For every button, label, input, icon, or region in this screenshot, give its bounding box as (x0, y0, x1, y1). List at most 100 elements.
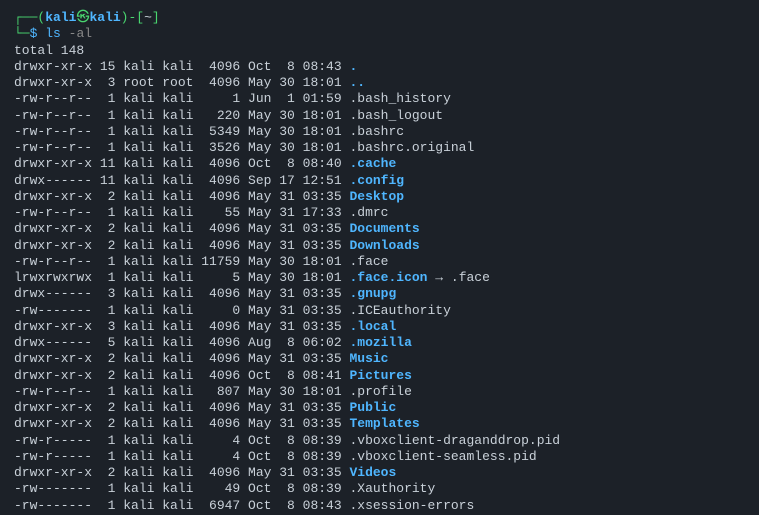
ls-row-name: Videos (349, 465, 396, 480)
ls-row-name: Pictures (349, 368, 411, 383)
prompt-dollar: $ (30, 26, 38, 41)
ls-row-name: .mozilla (349, 335, 411, 350)
ls-row: drwxr-xr-x 2 kali kali 4096 May 31 03:35… (14, 189, 745, 205)
prompt-line2-prefix: └─ (14, 26, 30, 41)
ls-row-meta: drwxr-xr-x 3 root root 4096 May 30 18:01 (14, 75, 349, 90)
ls-row-meta: lrwxrwxrwx 1 kali kali 5 May 30 18:01 (14, 270, 349, 285)
ls-row: -rw-r--r-- 1 kali kali 220 May 30 18:01 … (14, 108, 745, 124)
ls-row-name: Downloads (349, 238, 419, 253)
ls-row-name: .cache (349, 156, 396, 171)
ls-row-name: .bashrc.original (349, 140, 474, 155)
ls-row: -rw-r--r-- 1 kali kali 1 Jun 1 01:59 .ba… (14, 91, 745, 107)
ls-row: -rw-r--r-- 1 kali kali 55 May 31 17:33 .… (14, 205, 745, 221)
ls-row: -rw-r--r-- 1 kali kali 11759 May 30 18:0… (14, 254, 745, 270)
ls-row-meta: drwxr-xr-x 2 kali kali 4096 May 31 03:35 (14, 221, 349, 236)
symlink-target: .face (451, 270, 490, 285)
ls-row-name: Music (349, 351, 388, 366)
ls-row-name: .vboxclient-draganddrop.pid (349, 433, 560, 448)
ls-row: drwx------ 11 kali kali 4096 Sep 17 12:5… (14, 173, 745, 189)
ls-row: drwxr-xr-x 2 kali kali 4096 May 31 03:35… (14, 400, 745, 416)
prompt-close2: ] (152, 10, 160, 25)
ls-row: -rw-r----- 1 kali kali 4 Oct 8 08:39 .vb… (14, 433, 745, 449)
ls-row-name: .. (349, 75, 365, 90)
ls-row: drwx------ 3 kali kali 4096 May 31 03:35… (14, 286, 745, 302)
ls-row-meta: -rw-r--r-- 1 kali kali 3526 May 30 18:01 (14, 140, 349, 155)
ls-row-meta: drwxr-xr-x 2 kali kali 4096 May 31 03:35 (14, 351, 349, 366)
ls-row-name: Public (349, 400, 396, 415)
ls-row-meta: drwxr-xr-x 11 kali kali 4096 Oct 8 08:40 (14, 156, 349, 171)
ls-row-meta: -rw-r--r-- 1 kali kali 1 Jun 1 01:59 (14, 91, 349, 106)
ls-row-meta: -rw-r--r-- 1 kali kali 11759 May 30 18:0… (14, 254, 349, 269)
ls-row: -rw-r--r-- 1 kali kali 3526 May 30 18:01… (14, 140, 745, 156)
ls-row: drwxr-xr-x 2 kali kali 4096 May 31 03:35… (14, 416, 745, 432)
prompt-close1: )-[ (121, 10, 144, 25)
ls-row-name: .gnupg (349, 286, 396, 301)
ls-row-meta: drwx------ 11 kali kali 4096 Sep 17 12:5… (14, 173, 349, 188)
prompt-line-2: └─$ ls -al (14, 26, 745, 42)
ls-row-name: Templates (349, 416, 419, 431)
ls-row: drwxr-xr-x 2 kali kali 4096 May 31 03:35… (14, 351, 745, 367)
ls-row: -rw-r----- 1 kali kali 4 Oct 8 08:39 .vb… (14, 449, 745, 465)
ls-row-name: .local (349, 319, 396, 334)
ls-row-name: .bash_history (349, 91, 450, 106)
ls-row-meta: drwx------ 3 kali kali 4096 May 31 03:35 (14, 286, 349, 301)
prompt-path: ~ (144, 10, 152, 25)
ls-row-meta: -rw-r----- 1 kali kali 4 Oct 8 08:39 (14, 433, 349, 448)
ls-row-name: . (349, 59, 357, 74)
ls-row: -rw------- 1 kali kali 6947 Oct 8 08:43 … (14, 498, 745, 514)
ls-row-meta: -rw-r--r-- 1 kali kali 807 May 30 18:01 (14, 384, 349, 399)
prompt-at: ㉿ (76, 10, 89, 25)
ls-row-name: .ICEauthority (349, 303, 450, 318)
ls-row: drwxr-xr-x 2 kali kali 4096 Oct 8 08:41 … (14, 368, 745, 384)
ls-row-meta: drwxr-xr-x 2 kali kali 4096 May 31 03:35 (14, 189, 349, 204)
ls-row-meta: drwxr-xr-x 2 kali kali 4096 Oct 8 08:41 (14, 368, 349, 383)
ls-row-name: Desktop (349, 189, 404, 204)
ls-row-name: .Xauthority (349, 481, 435, 496)
ls-row: drwxr-xr-x 11 kali kali 4096 Oct 8 08:40… (14, 156, 745, 172)
ls-row-meta: drwxr-xr-x 3 kali kali 4096 May 31 03:35 (14, 319, 349, 334)
ls-row-meta: -rw------- 1 kali kali 6947 Oct 8 08:43 (14, 498, 349, 513)
total-line: total 148 (14, 43, 745, 59)
ls-row-meta: drwxr-xr-x 2 kali kali 4096 May 31 03:35 (14, 238, 349, 253)
ls-row: -rw-r--r-- 1 kali kali 807 May 30 18:01 … (14, 384, 745, 400)
ls-row-meta: -rw-r--r-- 1 kali kali 55 May 31 17:33 (14, 205, 349, 220)
ls-row-meta: drwxr-xr-x 15 kali kali 4096 Oct 8 08:43 (14, 59, 349, 74)
ls-row-meta: -rw------- 1 kali kali 49 Oct 8 08:39 (14, 481, 349, 496)
symlink-arrow-icon: → (427, 270, 450, 285)
ls-row-name: .xsession-errors (349, 498, 474, 513)
ls-row-name: .face.icon (349, 270, 427, 285)
command-option: -al (61, 26, 92, 41)
ls-row-meta: -rw------- 1 kali kali 0 May 31 03:35 (14, 303, 349, 318)
prompt-user: kali (45, 10, 76, 25)
ls-row: drwxr-xr-x 3 root root 4096 May 30 18:01… (14, 75, 745, 91)
ls-row-meta: -rw-r--r-- 1 kali kali 5349 May 30 18:01 (14, 124, 349, 139)
ls-row: drwx------ 5 kali kali 4096 Aug 8 06:02 … (14, 335, 745, 351)
prompt-line-1: ┌──(kali㉿kali)-[~] (14, 10, 745, 26)
ls-row-meta: -rw-r----- 1 kali kali 4 Oct 8 08:39 (14, 449, 349, 464)
ls-row-meta: drwxr-xr-x 2 kali kali 4096 May 31 03:35 (14, 465, 349, 480)
ls-row: lrwxrwxrwx 1 kali kali 5 May 30 18:01 .f… (14, 270, 745, 286)
ls-row-name: .config (349, 173, 404, 188)
ls-row-name: Documents (349, 221, 419, 236)
ls-row: -rw-r--r-- 1 kali kali 5349 May 30 18:01… (14, 124, 745, 140)
ls-row: drwxr-xr-x 2 kali kali 4096 May 31 03:35… (14, 238, 745, 254)
ls-row: -rw------- 1 kali kali 49 Oct 8 08:39 .X… (14, 481, 745, 497)
ls-listing: drwxr-xr-x 15 kali kali 4096 Oct 8 08:43… (14, 59, 745, 514)
ls-row-meta: -rw-r--r-- 1 kali kali 220 May 30 18:01 (14, 108, 349, 123)
ls-row: drwxr-xr-x 2 kali kali 4096 May 31 03:35… (14, 465, 745, 481)
ls-row-name: .bash_logout (349, 108, 443, 123)
command: ls (45, 26, 61, 41)
ls-row-name: .bashrc (349, 124, 404, 139)
prompt-host: kali (89, 10, 120, 25)
ls-row: drwxr-xr-x 2 kali kali 4096 May 31 03:35… (14, 221, 745, 237)
ls-row-name: .vboxclient-seamless.pid (349, 449, 536, 464)
ls-row-name: .dmrc (349, 205, 388, 220)
ls-row-name: .face (349, 254, 388, 269)
ls-row: drwxr-xr-x 3 kali kali 4096 May 31 03:35… (14, 319, 745, 335)
prompt-open: ┌──( (14, 10, 45, 25)
ls-row-meta: drwxr-xr-x 2 kali kali 4096 May 31 03:35 (14, 400, 349, 415)
terminal[interactable]: ┌──(kali㉿kali)-[~] └─$ ls -al total 148 … (14, 10, 745, 514)
ls-row-meta: drwx------ 5 kali kali 4096 Aug 8 06:02 (14, 335, 349, 350)
ls-row-meta: drwxr-xr-x 2 kali kali 4096 May 31 03:35 (14, 416, 349, 431)
ls-row: -rw------- 1 kali kali 0 May 31 03:35 .I… (14, 303, 745, 319)
